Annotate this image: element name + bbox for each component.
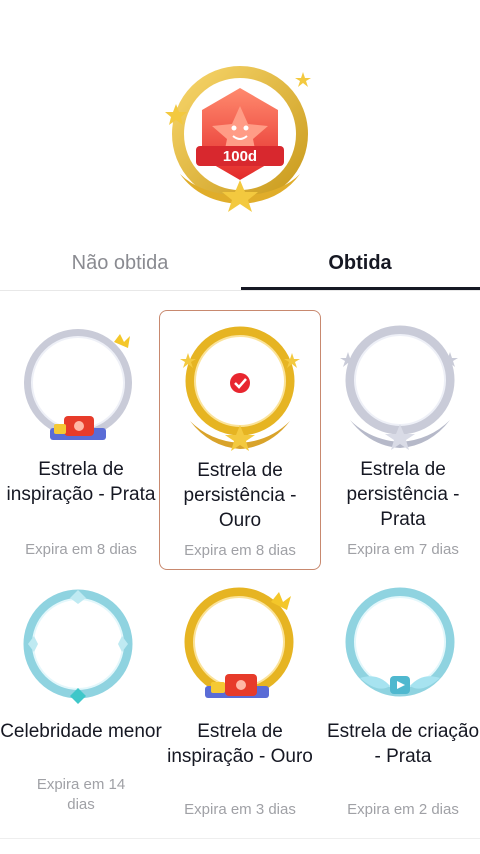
- badge-name: Estrela de criação - Prata: [326, 721, 480, 767]
- active-tab-indicator: [241, 287, 480, 290]
- check-icon: [230, 373, 250, 393]
- badge-card[interactable]: Estrela de persistência - Prata Expira e…: [322, 310, 480, 570]
- tab-bar: Não obtida Obtida: [0, 240, 480, 291]
- divider: [0, 838, 480, 839]
- badge-expiry: Expira em 3 dias: [184, 801, 296, 818]
- blue-celebrity-frame-icon: [23, 589, 133, 704]
- silver-persistence-frame-icon: [340, 325, 458, 450]
- persistence-100-days-badge-icon: 100d: [165, 66, 311, 212]
- badge-card[interactable]: Estrela de inspiração - Ouro Expira em 3…: [159, 572, 321, 832]
- badge-card[interactable]: Celebridade menor Expira em 14 dias: [0, 572, 162, 832]
- badge-expiry: Expira em 14 dias: [36, 776, 126, 813]
- badge-card[interactable]: Estrela de inspiração - Prata Expira em …: [0, 310, 162, 570]
- badge-expiry: Expira em 2 dias: [347, 801, 459, 818]
- gold-persistence-frame-icon: [180, 326, 300, 451]
- badge-days-text: 100d: [223, 148, 257, 165]
- badge-name: Estrela de inspiração - Ouro: [167, 721, 313, 767]
- blue-creation-frame-icon: [345, 587, 455, 697]
- badge-card[interactable]: Estrela de criação - Prata Expira em 2 d…: [322, 572, 480, 832]
- hero-section: 100d: [0, 0, 480, 240]
- badge-expiry: Expira em 7 dias: [347, 541, 459, 558]
- badge-expiry: Expira em 8 dias: [25, 541, 137, 558]
- badge-name: Estrela de persistência - Prata: [346, 459, 460, 530]
- gold-inspiration-frame-icon: [184, 587, 294, 698]
- badge-name: Celebridade menor: [0, 721, 162, 742]
- tab-not-obtained[interactable]: Não obtida: [0, 240, 240, 289]
- badge-name: Estrela de persistência - Ouro: [183, 460, 297, 531]
- badge-name: Estrela de inspiração - Prata: [6, 459, 156, 505]
- badge-expiry: Expira em 8 dias: [184, 542, 296, 559]
- badge-card-selected[interactable]: Estrela de persistência - Ouro Expira em…: [159, 310, 321, 570]
- tab-obtained[interactable]: Obtida: [240, 240, 480, 289]
- silver-inspiration-frame-icon: [24, 329, 132, 440]
